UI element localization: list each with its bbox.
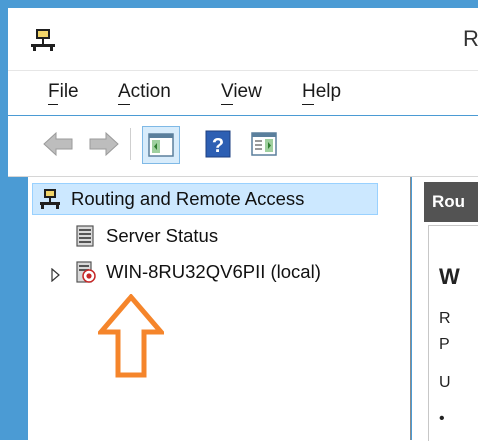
details-line-1: R [439, 310, 451, 327]
tree-server-status-label: Server Status [106, 225, 219, 246]
title-bar[interactable]: R [8, 8, 478, 71]
window-title: R [463, 26, 478, 51]
show-hide-action-pane-icon[interactable] [244, 124, 284, 164]
console-tree: Routing and Remote Access Server Status [28, 177, 411, 440]
menu-help-label: Help [302, 81, 342, 102]
menu-action-label: Action [118, 81, 171, 102]
menu-view-label: View [221, 81, 262, 102]
tree-item-routing-and-remote-access[interactable]: Routing and Remote Access [32, 183, 378, 215]
details-bullet: • [439, 410, 445, 427]
up-arrow-annotation-icon [95, 293, 167, 378]
details-pane-body: W R P U • [428, 225, 478, 441]
details-heading: W [439, 264, 460, 289]
access-key-underline [118, 104, 130, 105]
toolbar: ? [8, 116, 478, 177]
forward-arrow-icon[interactable] [84, 124, 124, 164]
menu-action[interactable]: Action [118, 81, 171, 103]
routing-app-icon [30, 28, 56, 52]
tree-item-win-server[interactable]: WIN-8RU32QV6PII (local) [50, 257, 390, 287]
access-key-underline [48, 104, 58, 105]
details-header-text: Rou [432, 192, 466, 211]
tree-root-label: Routing and Remote Access [71, 188, 305, 209]
details-line-3: U [439, 374, 451, 391]
tree-item-server-status[interactable]: Server Status [68, 221, 368, 251]
routing-network-icon [39, 188, 61, 210]
menu-view[interactable]: View [221, 81, 262, 103]
details-line-2: P [439, 336, 450, 353]
help-icon[interactable]: ? [198, 124, 238, 164]
details-pane: Rou W R P U • [412, 177, 478, 441]
details-pane-header: Rou [424, 182, 478, 222]
show-hide-console-tree-icon[interactable] [142, 126, 180, 164]
server-status-icon [74, 225, 96, 247]
menu-file-label: File [48, 81, 79, 102]
tree-win-server-label: WIN-8RU32QV6PII (local) [106, 261, 321, 282]
server-disabled-icon [74, 261, 96, 283]
menu-help[interactable]: Help [302, 81, 341, 103]
access-key-underline [302, 104, 314, 105]
svg-text:?: ? [212, 135, 224, 157]
menu-file[interactable]: File [48, 81, 79, 103]
menu-bar: File Action View Help [8, 71, 478, 115]
expand-chevron-icon[interactable] [50, 265, 62, 287]
access-key-underline [221, 104, 233, 105]
back-arrow-icon[interactable] [38, 124, 78, 164]
toolbar-separator [130, 128, 131, 160]
